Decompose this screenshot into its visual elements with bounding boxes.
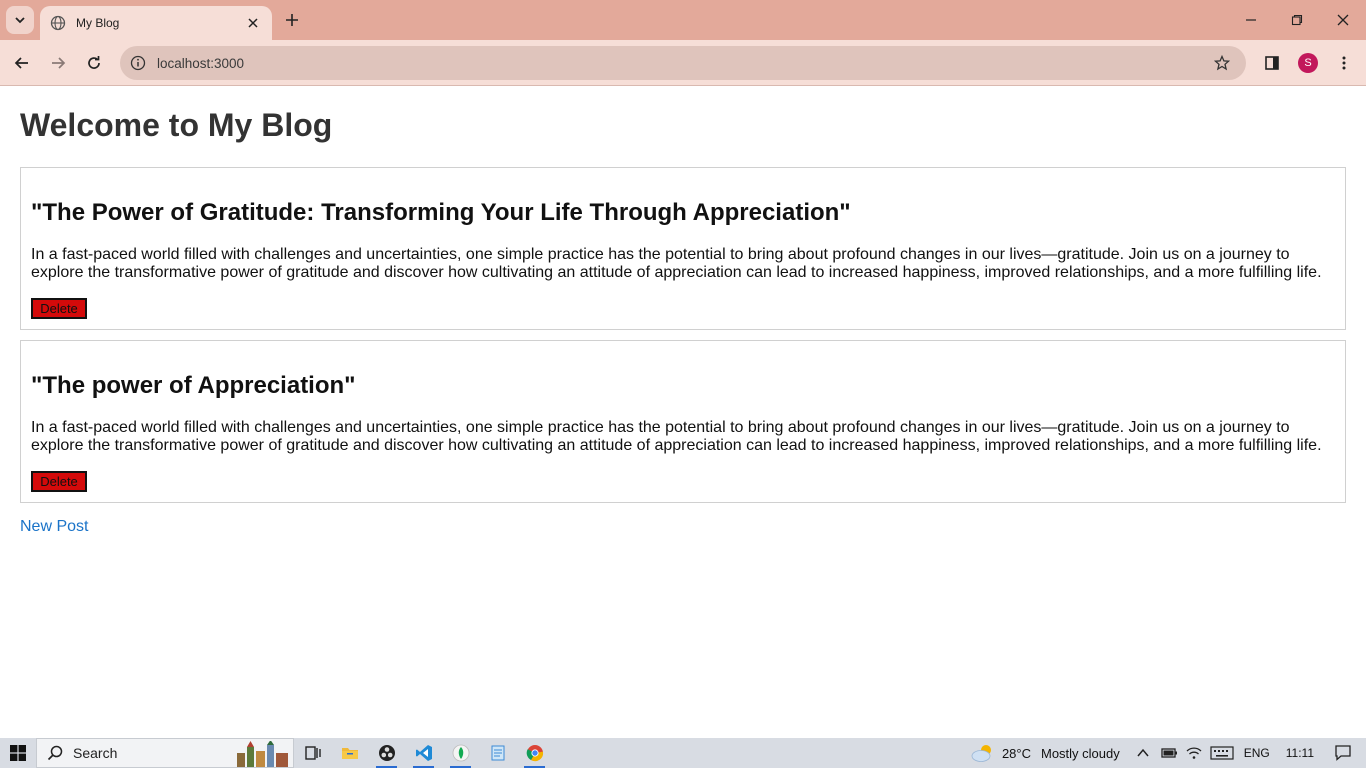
windows-icon bbox=[10, 745, 26, 761]
start-button[interactable] bbox=[0, 738, 36, 768]
bookmark-star-button[interactable] bbox=[1208, 49, 1236, 77]
close-icon bbox=[248, 18, 258, 28]
wifi-icon[interactable] bbox=[1186, 746, 1202, 760]
arrow-right-icon bbox=[52, 57, 66, 69]
weather-temperature: 28°C bbox=[1001, 745, 1031, 761]
post-body: In a fast-paced world filled with challe… bbox=[31, 419, 1322, 454]
restore-icon bbox=[1291, 14, 1303, 26]
folder-icon bbox=[341, 748, 358, 759]
close-icon bbox=[1337, 14, 1349, 26]
task-view-icon bbox=[304, 746, 321, 760]
task-view-button[interactable] bbox=[294, 738, 331, 768]
browser-toolbar: localhost:3000 S bbox=[0, 40, 1366, 86]
page-title: Welcome to My Blog bbox=[20, 107, 333, 143]
mongodb-leaf-icon bbox=[452, 744, 469, 762]
search-highlight-illustration bbox=[237, 741, 288, 767]
battery-icon[interactable] bbox=[1160, 746, 1178, 760]
chevron-up-icon[interactable] bbox=[1136, 746, 1150, 760]
url-text: localhost:3000 bbox=[157, 55, 245, 71]
close-window-button[interactable] bbox=[1320, 6, 1366, 34]
clock[interactable]: 11:11 bbox=[1286, 746, 1314, 760]
minimize-icon bbox=[1246, 19, 1256, 21]
minimize-button[interactable] bbox=[1228, 6, 1274, 34]
chevron-down-icon bbox=[15, 17, 25, 24]
mongodb-taskbar-button[interactable] bbox=[442, 738, 479, 768]
plus-icon bbox=[286, 14, 298, 26]
delete-post-button[interactable]: Delete bbox=[31, 471, 87, 492]
weather-description: Mostly cloudy bbox=[1040, 745, 1120, 761]
taskbar-search-label: Search bbox=[73, 745, 118, 761]
menu-button[interactable] bbox=[1330, 49, 1358, 77]
forward-button[interactable] bbox=[44, 49, 72, 77]
obs-icon bbox=[378, 745, 395, 761]
side-panel-icon bbox=[1265, 56, 1279, 70]
system-tray: 28°C Mostly cloudy ENG 11:11 bbox=[970, 738, 1366, 768]
browser-tab-my-blog[interactable]: My Blog bbox=[40, 6, 272, 40]
browser-tab-bar: My Blog bbox=[0, 0, 1366, 40]
back-button[interactable] bbox=[8, 49, 36, 77]
notification-icon[interactable] bbox=[1334, 744, 1352, 762]
vscode-taskbar-button[interactable] bbox=[405, 738, 442, 768]
kebab-menu-icon bbox=[1342, 56, 1346, 70]
notepad-taskbar-button[interactable] bbox=[479, 738, 516, 768]
globe-icon bbox=[50, 15, 66, 31]
delete-post-button[interactable]: Delete bbox=[31, 298, 87, 319]
reload-icon bbox=[88, 56, 100, 69]
profile-avatar[interactable]: S bbox=[1298, 53, 1318, 73]
taskbar-search-box[interactable]: Search bbox=[36, 738, 294, 768]
chrome-taskbar-button[interactable] bbox=[516, 738, 553, 768]
notepad-icon bbox=[491, 745, 504, 761]
reload-button[interactable] bbox=[80, 49, 108, 77]
arrow-left-icon bbox=[14, 57, 28, 69]
vscode-icon bbox=[415, 745, 432, 761]
keyboard-icon[interactable] bbox=[1210, 746, 1234, 760]
taskbar: Search 28°C Mostly cloudy ENG 11:11 bbox=[0, 738, 1366, 768]
address-bar[interactable]: localhost:3000 bbox=[120, 46, 1246, 80]
chrome-icon bbox=[526, 745, 543, 762]
new-post-link[interactable]: New Post bbox=[20, 518, 88, 536]
post-body: In a fast-paced world filled with challe… bbox=[31, 246, 1322, 281]
obs-taskbar-button[interactable] bbox=[368, 738, 405, 768]
star-icon bbox=[1214, 55, 1230, 71]
file-explorer-taskbar-button[interactable] bbox=[331, 738, 368, 768]
side-panel-button[interactable] bbox=[1258, 49, 1286, 77]
post-card: "The Power of Gratitude: Transforming Yo… bbox=[20, 167, 1346, 330]
page-content: Welcome to My Blog "The Power of Gratitu… bbox=[0, 87, 1366, 738]
search-icon bbox=[47, 745, 63, 761]
tab-title: My Blog bbox=[76, 16, 120, 30]
tab-search-button[interactable] bbox=[6, 6, 34, 34]
post-title: "The Power of Gratitude: Transforming Yo… bbox=[31, 199, 851, 226]
post-title: "The power of Appreciation" bbox=[31, 372, 356, 399]
restore-button[interactable] bbox=[1274, 6, 1320, 34]
cloudy-weather-icon[interactable] bbox=[970, 743, 996, 763]
new-tab-button[interactable] bbox=[280, 8, 304, 32]
input-language[interactable]: ENG bbox=[1244, 746, 1270, 760]
post-card: "The power of Appreciation" In a fast-pa… bbox=[20, 340, 1346, 503]
tab-close-button[interactable] bbox=[244, 14, 262, 32]
post-list: "The Power of Gratitude: Transforming Yo… bbox=[20, 167, 1346, 513]
site-info-icon[interactable] bbox=[128, 53, 148, 73]
